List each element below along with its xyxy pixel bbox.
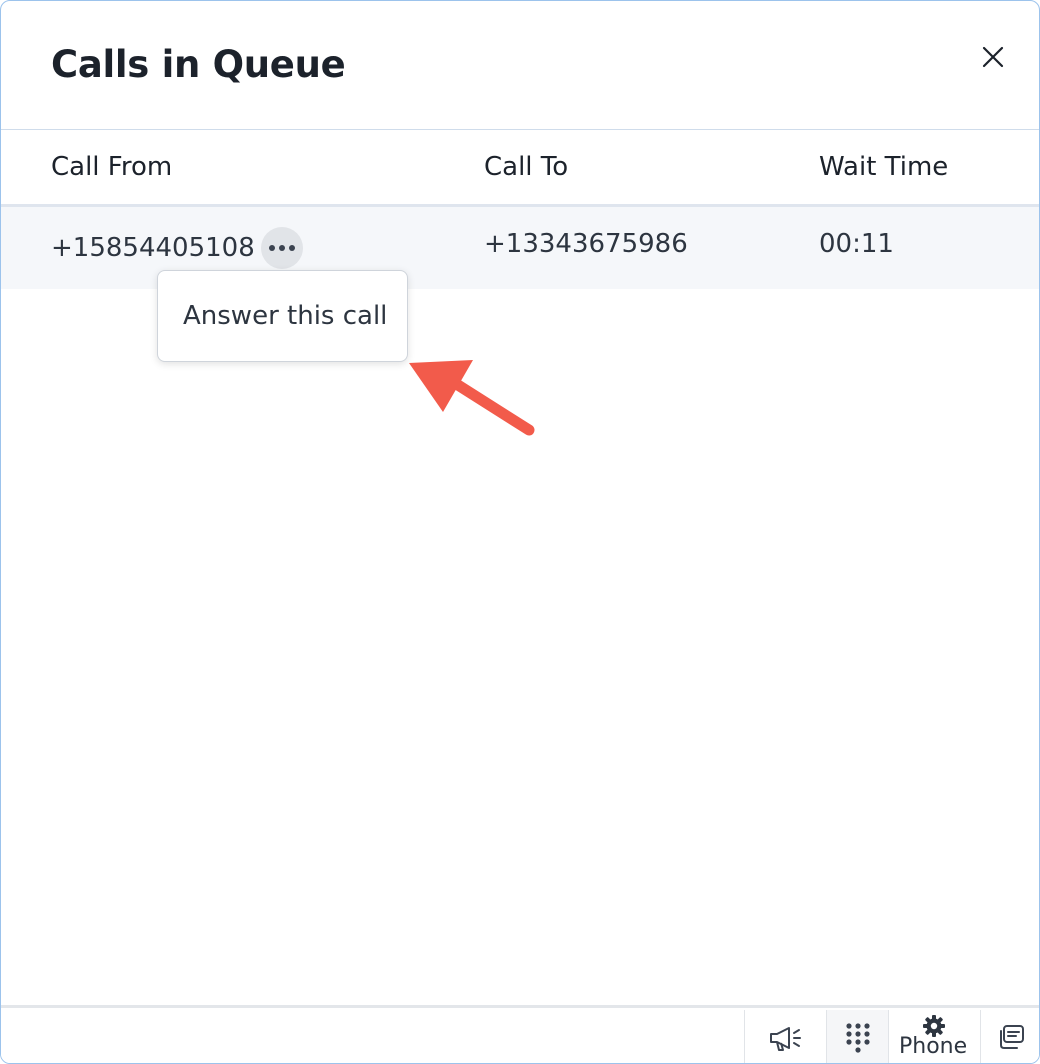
close-icon[interactable] xyxy=(979,43,1007,71)
dialog-title: Calls in Queue xyxy=(51,43,346,86)
row-actions-menu: Answer this call xyxy=(157,270,408,362)
call-from-value: +15854405108 xyxy=(51,233,255,263)
column-call-from: Call From xyxy=(51,152,173,182)
calls-in-queue-dialog: Calls in Queue Call From Call To Wait Ti… xyxy=(0,0,1040,1064)
column-wait-time: Wait Time xyxy=(819,152,949,182)
megaphone-icon[interactable] xyxy=(744,1010,825,1063)
table-header: Call From Call To Wait Time xyxy=(1,131,1039,207)
footer-toolbar xyxy=(1,1005,1039,1063)
answer-call-menu-item[interactable]: Answer this call xyxy=(183,301,387,331)
phone-label: Phone xyxy=(899,1034,968,1059)
dialpad-icon[interactable] xyxy=(826,1010,889,1063)
chat-history-icon[interactable] xyxy=(980,1010,1039,1063)
wait-time-value: 00:11 xyxy=(819,229,894,259)
more-horizontal-icon[interactable] xyxy=(261,227,303,269)
column-call-to: Call To xyxy=(484,152,569,182)
call-to-value: +13343675986 xyxy=(484,229,688,259)
dialog-header: Calls in Queue xyxy=(1,1,1039,130)
pointer-arrow-icon xyxy=(409,360,535,436)
